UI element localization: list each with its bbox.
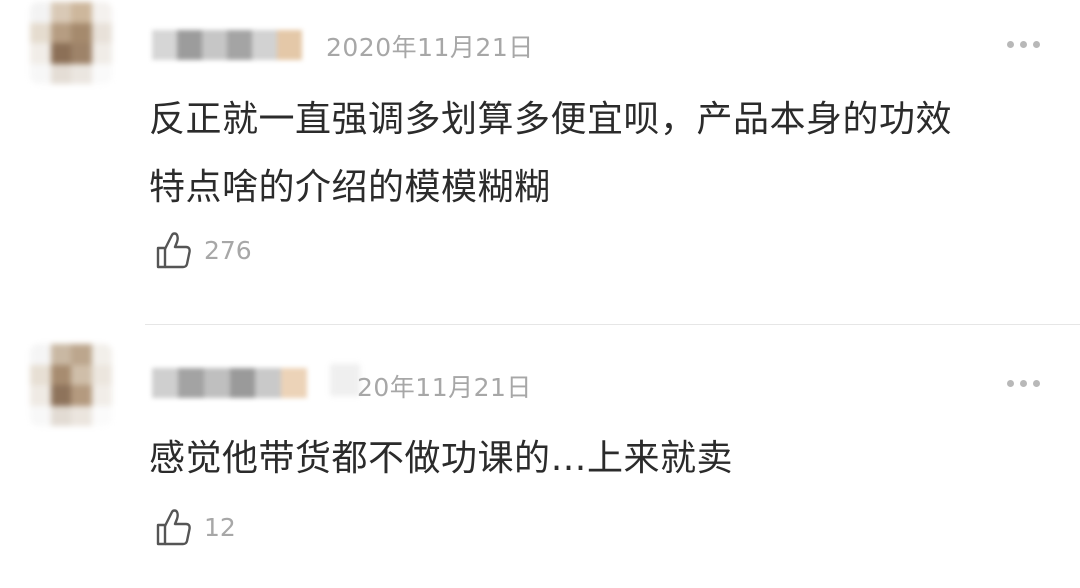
avatar[interactable] [30, 2, 112, 84]
like-button[interactable]: 12 [155, 507, 236, 547]
avatar[interactable] [30, 344, 112, 426]
thumbs-up-icon [156, 232, 191, 269]
like-button[interactable]: 276 [155, 230, 252, 270]
username[interactable] [152, 30, 302, 60]
comment-item: 2020年11月21日 反正就一直强调多划算多便宜呗，产品本身的功效 特点啥的介… [0, 0, 1080, 325]
comment-item: 20年11月21日 感觉他带货都不做功课的…上来就卖 12 [0, 326, 1080, 588]
comment-text: 反正就一直强调多划算多便宜呗，产品本身的功效 特点啥的介绍的模模糊糊 [149, 99, 953, 208]
comment-date: 2020年11月21日 [326, 33, 534, 62]
username[interactable] [152, 368, 307, 398]
divider [145, 324, 1080, 325]
thumbs-up-icon [156, 509, 191, 546]
blurred-region [330, 364, 360, 396]
comment-text: 感觉他带货都不做功课的…上来就卖 [149, 438, 734, 479]
comment-date: 20年11月21日 [357, 373, 532, 402]
more-dots-icon[interactable] [1007, 41, 1040, 48]
like-count: 276 [204, 235, 252, 265]
more-dots-icon[interactable] [1007, 380, 1040, 387]
like-count: 12 [204, 512, 236, 542]
